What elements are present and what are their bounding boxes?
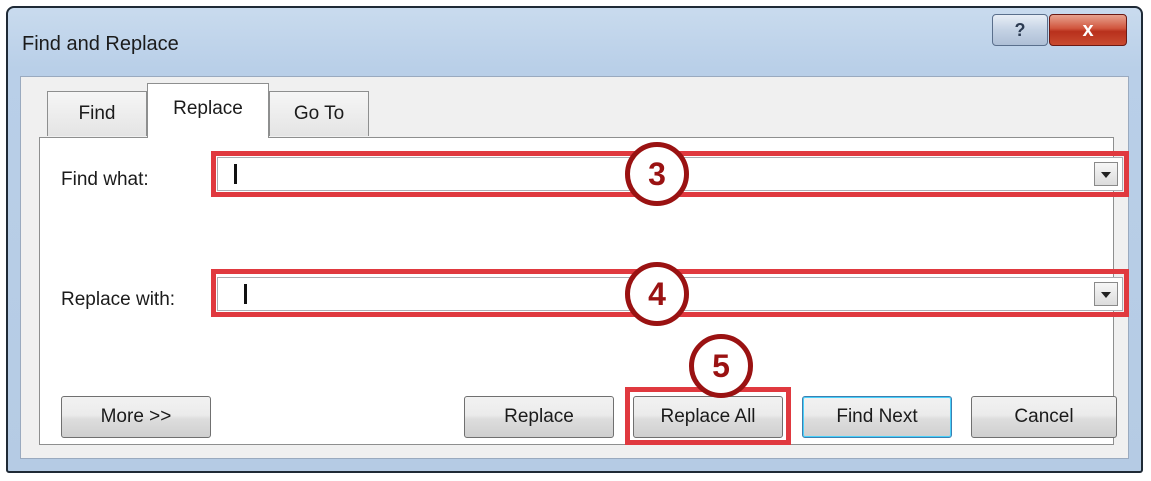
help-icon: ? <box>1014 20 1026 40</box>
tab-go-to[interactable]: Go To <box>269 91 369 136</box>
step-3-marker: 3 <box>625 142 689 206</box>
dialog-title: Find and Replace <box>22 33 179 55</box>
title-bar[interactable]: Find and Replace ? x <box>8 8 1141 76</box>
dialog-client-area: Find Replace Go To Find what: Replace wi… <box>20 76 1129 459</box>
cancel-button[interactable]: Cancel <box>971 396 1117 438</box>
tab-go-to-label: Go To <box>293 103 345 124</box>
find-next-button[interactable]: Find Next <box>802 396 952 438</box>
tab-find-label: Find <box>78 103 116 124</box>
find-what-label: Find what: <box>61 169 149 190</box>
step-5-marker: 5 <box>689 334 753 398</box>
tab-find[interactable]: Find <box>47 91 147 136</box>
replace-button[interactable]: Replace <box>464 396 614 438</box>
dialog-window: Find and Replace ? x Find Replace Go To … <box>6 6 1143 473</box>
tab-replace-label: Replace <box>173 98 243 119</box>
more-button[interactable]: More >> <box>61 396 211 438</box>
step-4-marker: 4 <box>625 262 689 326</box>
replace-all-highlight <box>625 387 791 445</box>
replace-with-label: Replace with: <box>61 289 176 310</box>
help-button[interactable]: ? <box>992 14 1048 46</box>
close-button[interactable]: x <box>1049 14 1127 46</box>
close-icon: x <box>1082 19 1094 41</box>
tab-replace[interactable]: Replace <box>147 83 269 138</box>
